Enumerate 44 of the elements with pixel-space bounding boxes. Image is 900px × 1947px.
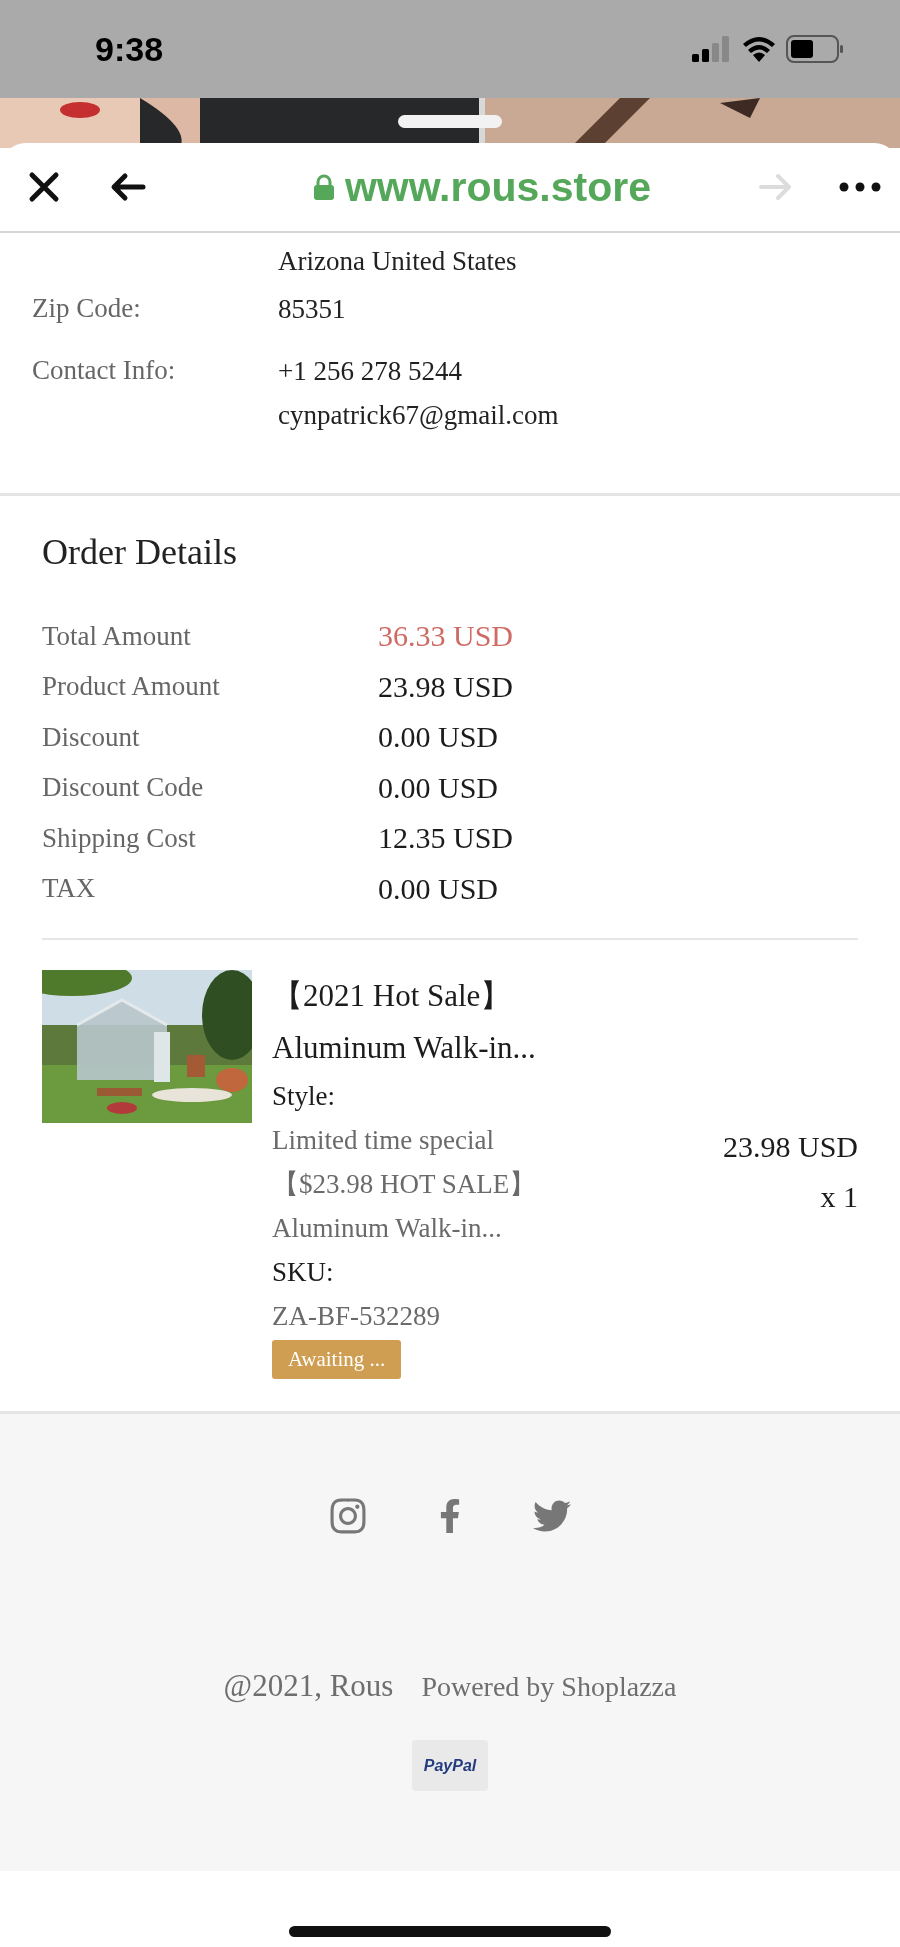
product-title: Aluminum Walk-in... bbox=[272, 1029, 537, 1067]
detail-label: Discount bbox=[42, 721, 141, 753]
detail-label: TAX bbox=[42, 873, 97, 905]
wifi-icon bbox=[742, 36, 776, 62]
instagram-icon[interactable] bbox=[328, 1496, 368, 1536]
back-arrow-icon bbox=[109, 172, 147, 202]
sku-label: SKU: bbox=[272, 1256, 335, 1289]
close-icon bbox=[28, 171, 60, 203]
detail-label: Product Amount bbox=[42, 671, 221, 703]
field-value: 85351 bbox=[278, 293, 347, 326]
section-title: Order Details bbox=[42, 531, 238, 573]
detail-label: Shipping Cost bbox=[42, 822, 197, 854]
sku-value: ZA-BF-532289 bbox=[272, 1300, 441, 1333]
style-value: Limited time special bbox=[272, 1124, 495, 1157]
detail-value: 23.98 USD bbox=[378, 669, 514, 704]
style-label: Style: bbox=[272, 1080, 336, 1113]
forward-arrow-icon bbox=[758, 172, 794, 202]
product-price: 23.98 USD bbox=[723, 1129, 858, 1165]
powered-by-link[interactable]: Powered by Shoplazza bbox=[421, 1671, 677, 1703]
detail-value: 36.33 USD bbox=[378, 619, 514, 654]
field-value: +1 256 278 5244 bbox=[278, 355, 463, 388]
detail-value: 12.35 USD bbox=[378, 821, 514, 856]
lock-icon bbox=[312, 174, 335, 200]
detail-label: Discount Code bbox=[42, 772, 205, 804]
url-text[interactable]: www.rous.store bbox=[344, 163, 651, 211]
status-time: 9:38 bbox=[95, 29, 164, 69]
field-label: Zip Code: bbox=[32, 292, 142, 325]
status-badge: Awaiting ... bbox=[272, 1340, 402, 1379]
product-quantity: x 1 bbox=[820, 1179, 858, 1215]
more-icon bbox=[838, 182, 882, 192]
payment-badge: PayPal bbox=[412, 1740, 488, 1791]
field-label: Contact Info: bbox=[32, 354, 177, 387]
style-value: Aluminum Walk-in... bbox=[272, 1212, 503, 1245]
product-title: 【2021 Hot Sale】 bbox=[272, 977, 513, 1015]
battery-icon bbox=[786, 35, 844, 63]
detail-value: 0.00 USD bbox=[378, 720, 499, 755]
style-value: 【$23.98 HOT SALE】 bbox=[272, 1168, 538, 1201]
field-value: Arizona United States bbox=[278, 245, 518, 278]
copyright-text: @2021, Rous bbox=[223, 1668, 394, 1704]
signal-icon bbox=[692, 36, 732, 62]
detail-value: 0.00 USD bbox=[378, 871, 499, 906]
detail-value: 0.00 USD bbox=[378, 770, 499, 805]
detail-label: Total Amount bbox=[42, 620, 192, 652]
field-value: cynpatrick67@gmail.com bbox=[278, 399, 560, 432]
